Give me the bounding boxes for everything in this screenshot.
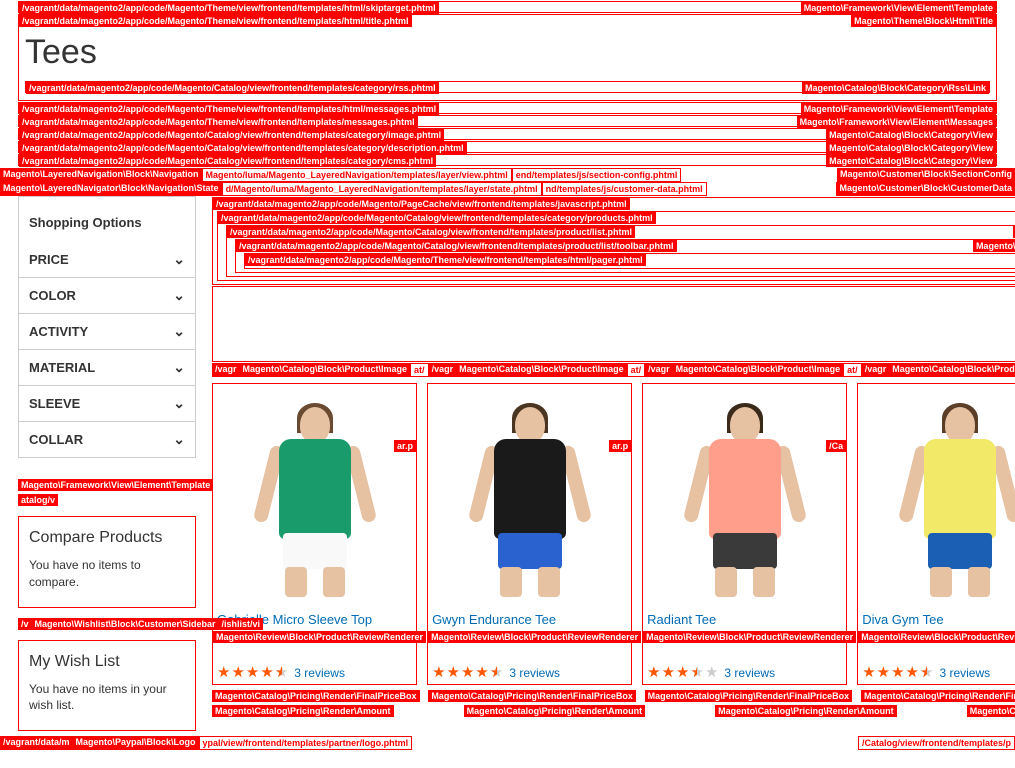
hint-main: /vagrant/data/magento2/app/code/Magento/… [244, 253, 1015, 269]
product-name[interactable]: Radiant Tee [643, 604, 846, 631]
product-reviews: ★★★★★ 3 reviews [858, 643, 1015, 684]
hint-skiptarget: /vagrant/data/magento2/app/code/Magento/… [18, 1, 997, 13]
product-name[interactable]: Gwyn Endurance Tee [428, 604, 631, 631]
filter-activity[interactable]: ACTIVITY ⌄ [19, 313, 195, 349]
shopping-options-title: Shopping Options [19, 197, 195, 242]
hint-msg: /vagrant/data/magento2/app/code/Magento/… [18, 102, 997, 114]
compare-title: Compare Products [29, 529, 185, 547]
product-image [428, 396, 631, 604]
wishlist-title: My Wish List [29, 653, 185, 671]
page-title: Tees [25, 27, 990, 80]
filter-label: COLOR [29, 288, 76, 303]
toolbar-wrap: Sort By Position ↑ [212, 286, 1015, 362]
filter-collar[interactable]: COLLAR ⌄ [19, 421, 195, 457]
filter-color[interactable]: COLOR ⌄ [19, 277, 195, 313]
hint-layered-nav-left: Magento\LayeredNavigation\Block\Navigati… [0, 168, 202, 182]
hint-msg: /vagrant/data/magento2/app/code/Magento/… [18, 154, 997, 166]
product-reviews: ★★★★★ 3 reviews [428, 643, 631, 684]
wishlist-block: My Wish List You have no items in your w… [18, 640, 196, 732]
chevron-down-icon: ⌄ [173, 395, 185, 412]
hint-main: /vagrant/data/magento2/app/code/Magento/… [226, 225, 1015, 277]
star-rating: ★★★★★ [647, 665, 718, 680]
product-grid: ar.p Gabrielle Micro Sleeve Top Magento\… [212, 383, 1015, 685]
hint-rss: /vagrant/data/magento2/app/code/Magento/… [25, 81, 990, 93]
chevron-down-icon: ⌄ [173, 287, 185, 304]
filter-label: COLLAR [29, 432, 83, 447]
star-rating: ★★★★★ [862, 665, 933, 680]
filter-label: SLEEVE [29, 396, 80, 411]
img-row-hints: /vagrMagento\Catalog\Block\Product\Image… [212, 363, 1015, 377]
chevron-down-icon: ⌄ [173, 359, 185, 376]
product-reviews: ★★★★★ 3 reviews [213, 643, 416, 684]
sidebar: Shopping Options PRICE⌄COLOR⌄ACTIVITY⌄MA… [18, 196, 196, 732]
hint-main: /vagrant/data/magento2/app/code/Magento/… [217, 211, 1015, 281]
product-card[interactable]: ar.p Gabrielle Micro Sleeve Top Magento\… [212, 383, 417, 685]
compare-block: Compare Products You have no items to co… [18, 516, 196, 608]
chevron-down-icon: ⌄ [173, 431, 185, 448]
hint-title: /vagrant/data/magento2/app/code/Magento/… [18, 14, 997, 101]
hint-layered-state-left: Magento\LayeredNavigator\Block\Navigatio… [0, 182, 222, 196]
filter-label: PRICE [29, 252, 69, 267]
filter-label: ACTIVITY [29, 324, 88, 339]
wishlist-empty: You have no items in your wish list. [29, 681, 185, 715]
chevron-down-icon: ⌄ [173, 251, 185, 268]
star-rating: ★★★★★ [432, 665, 503, 680]
reviews-link[interactable]: 3 reviews [294, 666, 345, 680]
main-column: /vagrant/data/magento2/app/code/Magento/… [212, 196, 1015, 732]
price-hints: Magento\Catalog\Pricing\Render\FinalPric… [212, 687, 1015, 702]
toolbar: Sort By Position ↑ [213, 287, 1015, 361]
hint-msg: /vagrant/data/magento2/app/code/Magento/… [18, 115, 997, 127]
filter-label: MATERIAL [29, 360, 95, 375]
reviews-link[interactable]: 3 reviews [939, 666, 990, 680]
hint-main: /vagrant/data/magento2/app/code/Magento/… [235, 239, 1015, 273]
reviews-link[interactable]: 3 reviews [724, 666, 775, 680]
filter-material[interactable]: MATERIAL ⌄ [19, 349, 195, 385]
product-card[interactable]: ar.p Gwyn Endurance Tee Magento\Review\B… [427, 383, 632, 685]
product-image [213, 396, 416, 604]
reviews-link[interactable]: 3 reviews [509, 666, 560, 680]
product-card[interactable]: /Ca Diva Gym Tee Magento\Review\Block\Pr… [857, 383, 1015, 685]
hint-msg: /vagrant/data/magento2/app/code/Magento/… [18, 141, 997, 153]
star-rating: ★★★★★ [217, 665, 288, 680]
product-image [858, 396, 1015, 604]
compare-empty: You have no items to compare. [29, 557, 185, 591]
footer-hints: /vagrant/data/m Magento\Paypal\Block\Log… [0, 736, 1015, 750]
hint-main: /vagrant/data/magento2/app/code/Magento/… [212, 197, 1015, 285]
filter-sleeve[interactable]: SLEEVE ⌄ [19, 385, 195, 421]
hint-msg: /vagrant/data/magento2/app/code/Magento/… [18, 128, 997, 140]
chevron-down-icon: ⌄ [173, 323, 185, 340]
product-name[interactable]: Diva Gym Tee [858, 604, 1015, 631]
amount-hints: Magento\Catalog\Pricing\Render\AmountMag… [212, 702, 1015, 717]
product-card[interactable]: /Ca Radiant Tee Magento\Review\Block\Pro… [642, 383, 847, 685]
filter-price[interactable]: PRICE ⌄ [19, 242, 195, 277]
product-reviews: ★★★★★ 3 reviews [643, 643, 846, 684]
product-image [643, 396, 846, 604]
